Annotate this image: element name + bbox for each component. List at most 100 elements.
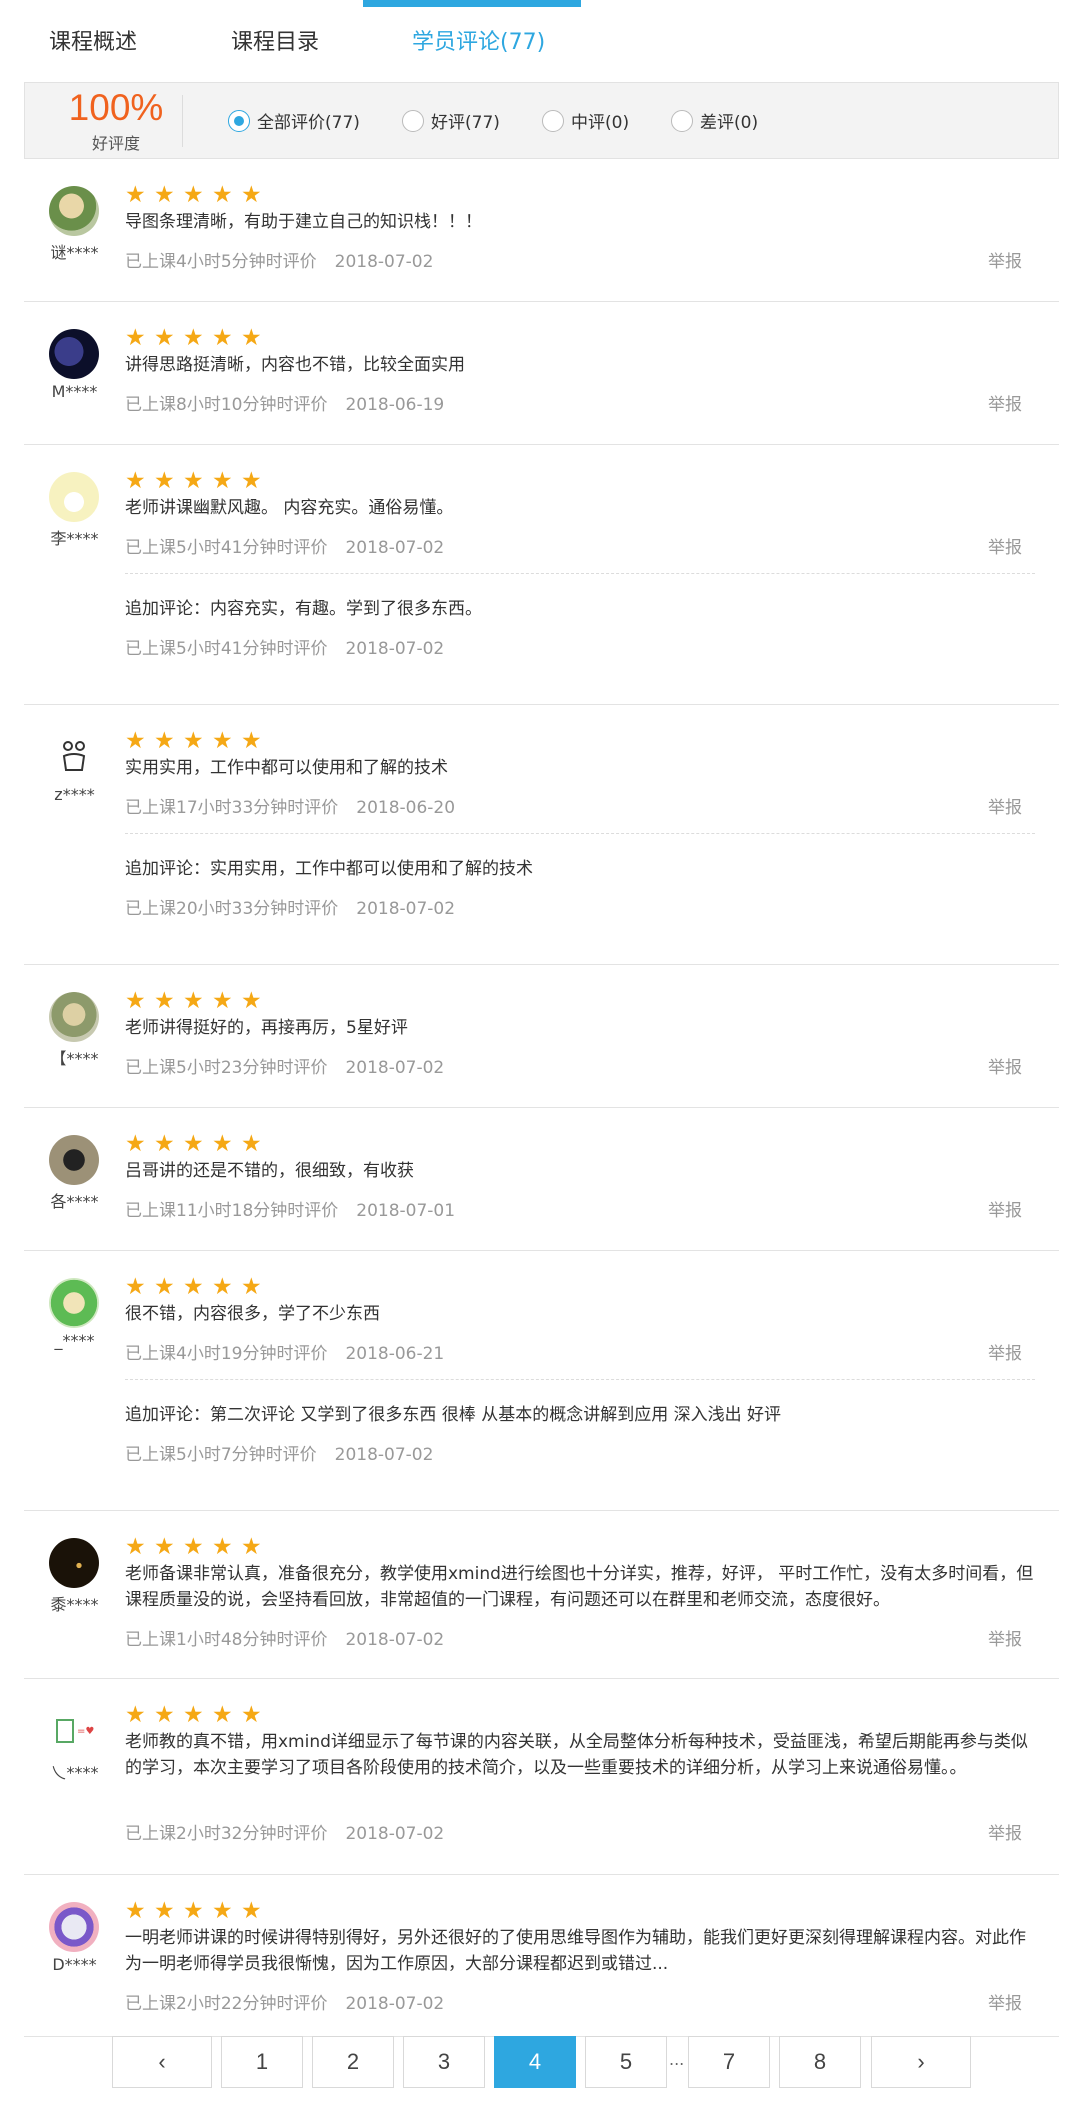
star-icon: ★ bbox=[212, 728, 233, 754]
filter-good[interactable]: 好评(77) bbox=[402, 108, 500, 133]
review-item: 各**** ★ ★ ★ ★ ★ 吕哥讲的还是不错的，很细致，有收获 已上课11小时18分钟时评… bbox=[24, 1108, 1059, 1251]
star-rating: ★ ★ ★ ★ ★ bbox=[125, 468, 263, 494]
page-button-5[interactable]: 5 bbox=[585, 2036, 667, 2088]
review-duration: 已上课2小时22分钟时评价 bbox=[125, 1994, 328, 2014]
review-text: 一明老师讲课的时候讲得特别得好，另外还很好的了使用思维导图作为辅助，能我们更好更… bbox=[125, 1928, 1026, 1974]
page-button-2[interactable]: 2 bbox=[312, 2036, 394, 2088]
filter-neutral-label: 中评(0) bbox=[571, 113, 630, 133]
avatar[interactable] bbox=[49, 472, 99, 522]
star-icon: ★ bbox=[125, 1274, 146, 1300]
avatar[interactable] bbox=[49, 1538, 99, 1588]
username: 黍**** bbox=[50, 1595, 99, 1614]
review-meta: 已上课5小时23分钟时评价 2018-07-02 bbox=[125, 1053, 444, 1078]
avatar[interactable] bbox=[49, 329, 99, 379]
star-icon: ★ bbox=[125, 1534, 146, 1560]
star-icon: ★ bbox=[212, 1131, 233, 1157]
review-date: 2018-07-02 bbox=[345, 538, 445, 558]
review-meta: 已上课2小时22分钟时评价 2018-07-02 bbox=[125, 1989, 444, 2014]
review-item: 黍**** ★ ★ ★ ★ ★ 老师备课非常认真，准备很充分，教学使用xmind进行绘图也十… bbox=[24, 1511, 1059, 1679]
tab-reviews[interactable]: 学员评论(77) bbox=[412, 24, 545, 56]
star-icon: ★ bbox=[183, 1534, 204, 1560]
avatar[interactable] bbox=[49, 992, 99, 1042]
review-text: 老师备课非常认真，准备很充分，教学使用xmind进行绘图也十分详实，推荐，好评，… bbox=[125, 1564, 1034, 1610]
username: M**** bbox=[51, 382, 98, 401]
star-rating: ★ ★ ★ ★ ★ bbox=[125, 728, 263, 754]
radio-icon[interactable] bbox=[542, 109, 564, 132]
review-item: =♥ 乀**** ★ ★ ★ ★ ★ 老师教的真不错，用xmind详细显示了每节课的内容关联，… bbox=[24, 1679, 1059, 1875]
username: 乀**** bbox=[50, 1763, 99, 1782]
star-icon: ★ bbox=[241, 1534, 262, 1560]
avatar[interactable]: =♥ bbox=[49, 1706, 99, 1756]
report-link[interactable]: 举报 bbox=[988, 793, 1022, 818]
star-icon: ★ bbox=[183, 325, 204, 351]
tab-catalog[interactable]: 课程目录 bbox=[231, 24, 319, 56]
star-icon: ★ bbox=[183, 468, 204, 494]
avatar[interactable] bbox=[49, 1135, 99, 1185]
review-text: 讲得思路挺清晰，内容也不错，比较全面实用 bbox=[125, 355, 465, 375]
report-link[interactable]: 举报 bbox=[988, 1339, 1022, 1364]
star-icon: ★ bbox=[183, 1702, 204, 1728]
page-button-8[interactable]: 8 bbox=[779, 2036, 861, 2088]
star-icon: ★ bbox=[183, 1898, 204, 1924]
report-link[interactable]: 举报 bbox=[988, 1196, 1022, 1221]
avatar[interactable] bbox=[49, 1902, 99, 1952]
review-text: 老师讲课幽默风趣。 内容充实。通俗易懂。 bbox=[125, 498, 454, 518]
review-meta: 已上课8小时10分钟时评价 2018-06-19 bbox=[125, 390, 444, 415]
username: z**** bbox=[54, 785, 95, 804]
review-item: M**** ★ ★ ★ ★ ★ 讲得思路挺清晰，内容也不错，比较全面实用 已上课8小时10分钟… bbox=[24, 302, 1059, 445]
followup-text: 追加评论：实用实用，工作中都可以使用和了解的技术 bbox=[125, 859, 533, 879]
tab-overview[interactable]: 课程概述 bbox=[49, 24, 137, 56]
review-item: 李**** ★ ★ ★ ★ ★ 老师讲课幽默风趣。 内容充实。通俗易懂。 已上课5小时41分钟… bbox=[24, 445, 1059, 705]
star-icon: ★ bbox=[154, 1898, 175, 1924]
page-button-1[interactable]: 1 bbox=[221, 2036, 303, 2088]
filter-neutral[interactable]: 中评(0) bbox=[542, 108, 629, 133]
page-button-3[interactable]: 3 bbox=[403, 2036, 485, 2088]
filter-bad[interactable]: 差评(0) bbox=[671, 108, 758, 133]
page-button-7[interactable]: 7 bbox=[688, 2036, 770, 2088]
star-icon: ★ bbox=[154, 182, 175, 208]
star-icon: ★ bbox=[125, 728, 146, 754]
star-rating: ★ ★ ★ ★ ★ bbox=[125, 1534, 263, 1560]
review-date: 2018-07-02 bbox=[345, 1824, 445, 1844]
followup-divider bbox=[125, 573, 1035, 574]
filter-all[interactable]: 全部评价(77) bbox=[228, 108, 360, 133]
review-duration: 已上课2小时32分钟时评价 bbox=[125, 1824, 328, 1844]
star-rating: ★ ★ ★ ★ ★ bbox=[125, 1702, 263, 1728]
avatar[interactable] bbox=[49, 1278, 99, 1328]
report-link[interactable]: 举报 bbox=[988, 247, 1022, 272]
pagination-ellipsis: ... bbox=[669, 2050, 685, 2069]
review-duration: 已上课8小时10分钟时评价 bbox=[125, 395, 328, 415]
review-date: 2018-07-02 bbox=[345, 1630, 445, 1650]
radio-icon[interactable] bbox=[671, 109, 693, 132]
username: _**** bbox=[54, 1331, 95, 1350]
radio-checked-icon[interactable] bbox=[228, 109, 250, 132]
review-item: 谜**** ★ ★ ★ ★ ★ 导图条理清晰，有助于建立自己的知识栈！！！ 已上课4小时5分钟… bbox=[24, 159, 1059, 302]
report-link[interactable]: 举报 bbox=[988, 1819, 1022, 1844]
star-icon: ★ bbox=[125, 1131, 146, 1157]
followup-duration: 已上课5小时41分钟时评价 bbox=[125, 639, 328, 659]
review-date: 2018-06-19 bbox=[345, 395, 445, 415]
star-icon: ★ bbox=[154, 988, 175, 1014]
avatar[interactable] bbox=[49, 732, 99, 782]
avatar[interactable] bbox=[49, 186, 99, 236]
review-duration: 已上课1小时48分钟时评价 bbox=[125, 1630, 328, 1650]
followup-text: 追加评论：第二次评论 又学到了很多东西 很棒 从基本的概念讲解到应用 深入浅出 … bbox=[125, 1405, 782, 1425]
review-text: 实用实用，工作中都可以使用和了解的技术 bbox=[125, 758, 448, 778]
page-button-4[interactable]: 4 bbox=[494, 2036, 576, 2088]
next-page-button[interactable]: › bbox=[871, 2036, 971, 2088]
star-icon: ★ bbox=[125, 988, 146, 1014]
radio-icon[interactable] bbox=[402, 109, 424, 132]
username: D**** bbox=[52, 1955, 97, 1974]
prev-page-button[interactable]: ‹ bbox=[112, 2036, 212, 2088]
followup-duration: 已上课5小时7分钟时评价 bbox=[125, 1445, 317, 1465]
report-link[interactable]: 举报 bbox=[988, 390, 1022, 415]
report-link[interactable]: 举报 bbox=[988, 1053, 1022, 1078]
report-link[interactable]: 举报 bbox=[988, 533, 1022, 558]
star-icon: ★ bbox=[212, 468, 233, 494]
positive-rate-label: 好评度 bbox=[91, 134, 140, 153]
report-link[interactable]: 举报 bbox=[988, 1625, 1022, 1650]
star-rating: ★ ★ ★ ★ ★ bbox=[125, 1131, 263, 1157]
review-item: D**** ★ ★ ★ ★ ★ 一明老师讲课的时候讲得特别得好，另外还很好的了使用思维导图作… bbox=[24, 1875, 1059, 2037]
star-icon: ★ bbox=[212, 1274, 233, 1300]
report-link[interactable]: 举报 bbox=[988, 1989, 1022, 2014]
